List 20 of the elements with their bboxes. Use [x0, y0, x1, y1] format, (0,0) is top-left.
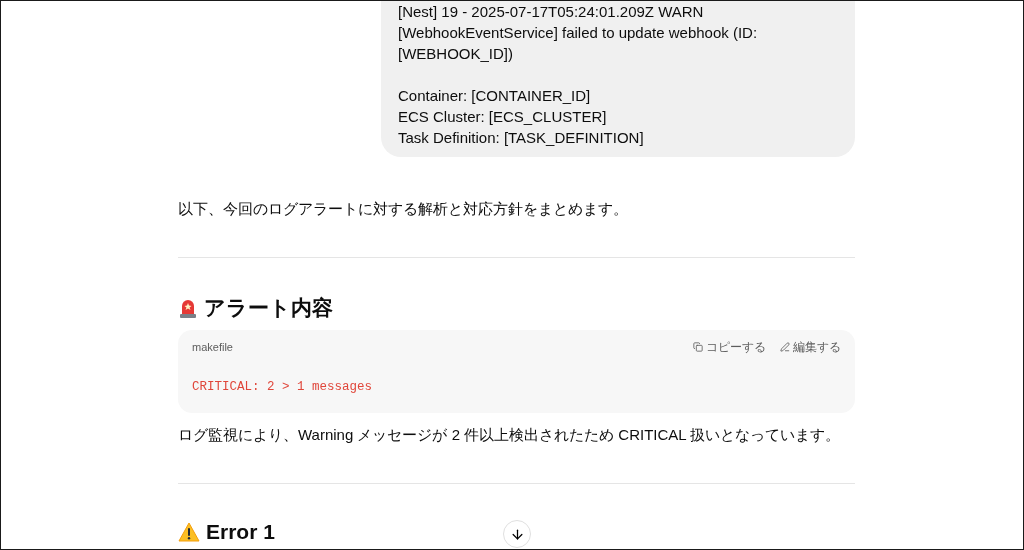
section-heading: アラート内容 [204, 295, 333, 321]
message-line: ECS Cluster: [ECS_CLUSTER] [398, 107, 608, 127]
warning-icon [178, 521, 200, 542]
copy-button[interactable]: コピーする [693, 338, 766, 356]
arrow-down-icon [509, 526, 525, 542]
paragraph: 以下、今回のログアラートに対する解析と対応方針をまとめます。 [178, 199, 629, 219]
paragraph: ログ監視により、Warning メッセージが 2 件以上検出されたため CRITICAL 扱いとなっています。 [178, 424, 842, 445]
siren-icon [178, 297, 198, 319]
code-language: makefile [192, 339, 233, 355]
code-text: CRITICAL: 2 > 1 messages [192, 379, 374, 396]
message-line: Task Definition: [TASK_DEFINITION] [398, 128, 645, 148]
scroll-down-button[interactable] [503, 520, 531, 548]
pencil-icon [780, 342, 790, 352]
message-line: [Nest] 19 - 2025-07-17T05:24:01.209Z WARN [398, 2, 705, 22]
section-heading: Error 1 [206, 518, 275, 545]
message-line: [WEBHOOK_ID]) [398, 44, 514, 64]
message-line: Container: [CONTAINER_ID] [398, 86, 592, 106]
copy-icon [693, 342, 703, 352]
edit-button[interactable]: 編集する [780, 338, 841, 356]
message-line: [WebhookEventService] failed to update webhook (ID: [398, 23, 759, 43]
